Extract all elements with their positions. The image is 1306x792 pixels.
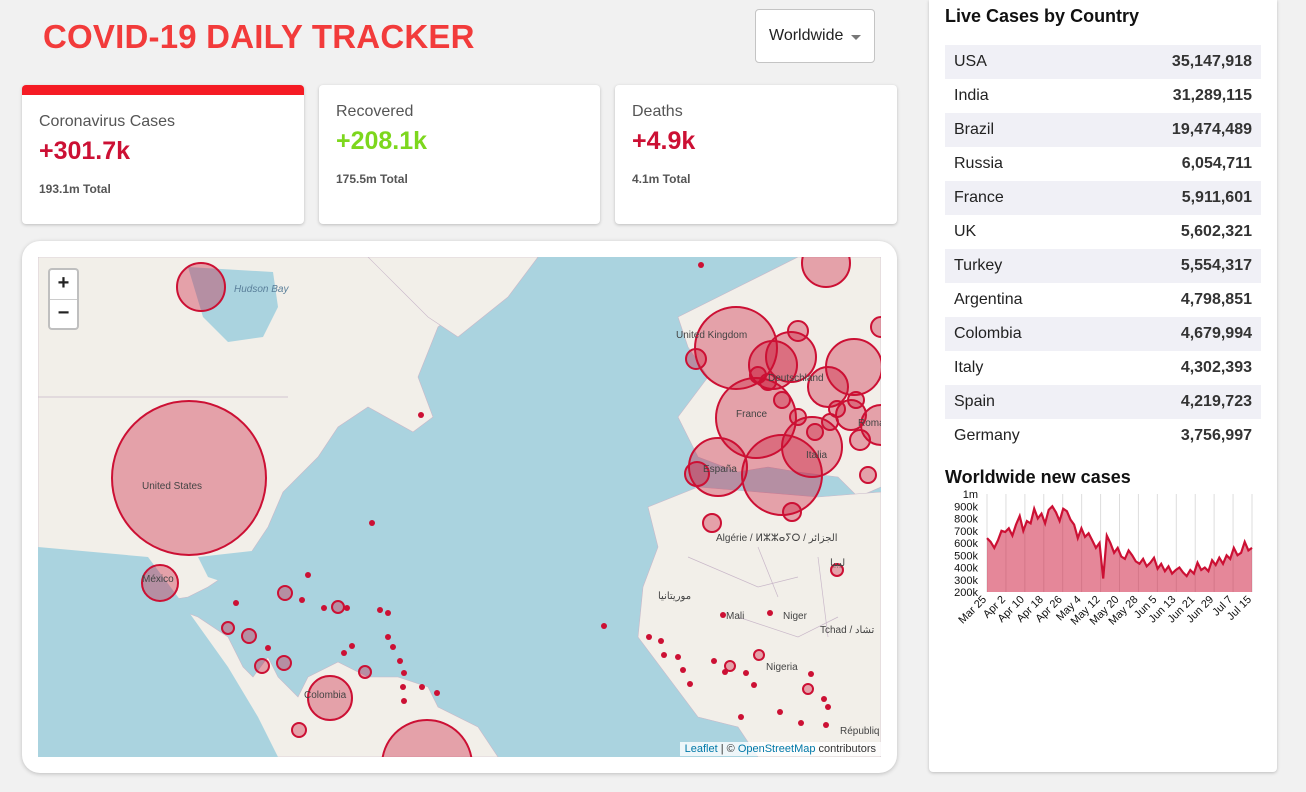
map-label-co: Colombia [304,690,347,701]
table-row: Italy 4,302,393 [945,351,1261,385]
recovered-card-total: 175.5m Total [336,172,408,186]
table-row: Argentina 4,798,851 [945,283,1261,317]
country-cases: 4,302,393 [1180,359,1252,376]
live-cases-heading: Live Cases by Country [945,6,1140,26]
country-name: France [954,189,1004,206]
recovered-card-title: Recovered [336,103,414,120]
y-tick-label: 300k [954,575,978,587]
map-label-it: Italia [806,450,828,461]
country-name: Spain [954,393,995,410]
map-canvas[interactable]: Hudson Bay United States México United K… [38,257,881,757]
app-title: COVID-19 DAILY TRACKER [43,18,475,55]
country-cases: 4,679,994 [1180,325,1252,342]
deaths-card[interactable]: Deaths +4.9k 4.1m Total [615,85,897,224]
table-row: UK 5,602,321 [945,215,1261,249]
map-label-fr: France [736,409,768,420]
new-cases-chart-svg: 200k300k400k500k600k700k800k900k1mMar 25… [954,489,1254,628]
map-label-cd: Républiq [840,726,879,737]
country-name: UK [954,223,977,240]
new-cases-chart: 200k 300k 400k 500k 600k 700k 800k 900k 1m Mar 25… [945,488,1265,648]
map-label-ml: Mali [726,611,744,622]
country-name: Russia [954,155,1003,172]
y-tick-label: 500k [954,550,978,562]
country-cases: 31,289,115 [1172,87,1252,104]
deaths-card-value: +4.9k [632,127,696,155]
recovered-card-value: +208.1k [336,127,428,155]
country-name: India [954,87,989,104]
recovered-card[interactable]: Recovered +208.1k 175.5m Total [319,85,600,224]
country-cases: 4,798,851 [1180,291,1252,308]
country-name: Italy [954,359,984,376]
map-label-ng: Nigeria [766,662,798,673]
y-tick-label: 1m [963,489,978,501]
cases-card-value: +301.7k [39,137,131,165]
country-name: USA [954,53,987,70]
y-tick-label: 400k [954,563,978,575]
table-row: Spain 4,219,723 [945,385,1261,419]
country-table: USA 35,147,918 India 31,289,115 Brazil 19,4… [945,45,1261,453]
deaths-card-title: Deaths [632,103,683,120]
country-cases: 19,474,489 [1171,121,1252,138]
cases-card[interactable]: Coronavirus Cases +301.7k 193.1m Total [22,85,304,224]
table-row: Germany 3,756,997 [945,419,1261,453]
map-label-hudson: Hudson Bay [234,284,289,295]
map-label-mexico: México [142,574,174,585]
country-cases: 5,554,317 [1180,257,1252,274]
map-label-es: España [703,464,737,475]
map-label-dz: Algérie / ⵍⵣⵣⴰⵢⵔ / الجزائر [716,533,838,544]
deaths-card-total: 4.1m Total [632,172,691,186]
country-select-value: Worldwide [769,27,844,44]
table-row: France 5,911,601 [945,181,1261,215]
map-label-ne: Niger [783,611,808,622]
africa-land [637,486,881,757]
country-select[interactable]: Worldwide [755,9,875,63]
table-row: Colombia 4,679,994 [945,317,1261,351]
attribution-tail: contributors [815,743,876,755]
country-cases: 6,054,711 [1181,155,1252,172]
map-label-roma: Roma [858,418,881,429]
country-name: Colombia [954,325,1022,342]
map-label-uk: United Kingdom [676,330,747,341]
y-tick-label: 900k [954,501,978,513]
chevron-down-icon [851,35,861,40]
cases-card-title: Coronavirus Cases [39,113,176,130]
country-cases: 5,911,601 [1181,189,1252,206]
country-name: Brazil [954,121,995,138]
chart-heading: Worldwide new cases [945,467,1131,487]
country-name: Argentina [954,291,1023,308]
country-name: Germany [954,427,1020,444]
map-label-us: United States [142,481,202,492]
map-label-td: Tchad / تشاد [820,625,874,636]
table-row: Brazil 19,474,489 [945,113,1261,147]
zoom-in-button[interactable]: + [50,270,77,300]
attribution-sep: | © [717,743,738,755]
country-cases: 3,756,997 [1180,427,1252,444]
country-cases: 5,602,321 [1180,223,1252,240]
map-label-ly: ليبيا [830,558,845,569]
zoom-out-button[interactable]: − [50,300,77,329]
osm-link[interactable]: OpenStreetMap [738,743,816,755]
world-map[interactable]: Hudson Bay United States México United K… [38,257,881,757]
country-cases: 35,147,918 [1171,53,1252,70]
map-label-de: Deutschland [768,373,824,384]
table-row: India 31,289,115 [945,79,1261,113]
table-row: USA 35,147,918 [945,45,1261,79]
table-row: Turkey 5,554,317 [945,249,1261,283]
zoom-control: + − [48,268,79,330]
table-row: Russia 6,054,711 [945,147,1261,181]
map-attribution: Leaflet | © OpenStreetMap contributors [679,742,881,756]
cases-card-total: 193.1m Total [39,182,111,196]
country-cases: 4,219,723 [1180,393,1252,410]
y-tick-label: 800k [954,514,978,526]
y-tick-label: 600k [954,538,978,550]
country-name: Turkey [954,257,1003,274]
y-tick-label: 700k [954,526,978,538]
y-tick-label: 200k [954,587,978,599]
map-label-mr: موريتانيا [658,591,691,602]
leaflet-link[interactable]: Leaflet [685,743,718,755]
